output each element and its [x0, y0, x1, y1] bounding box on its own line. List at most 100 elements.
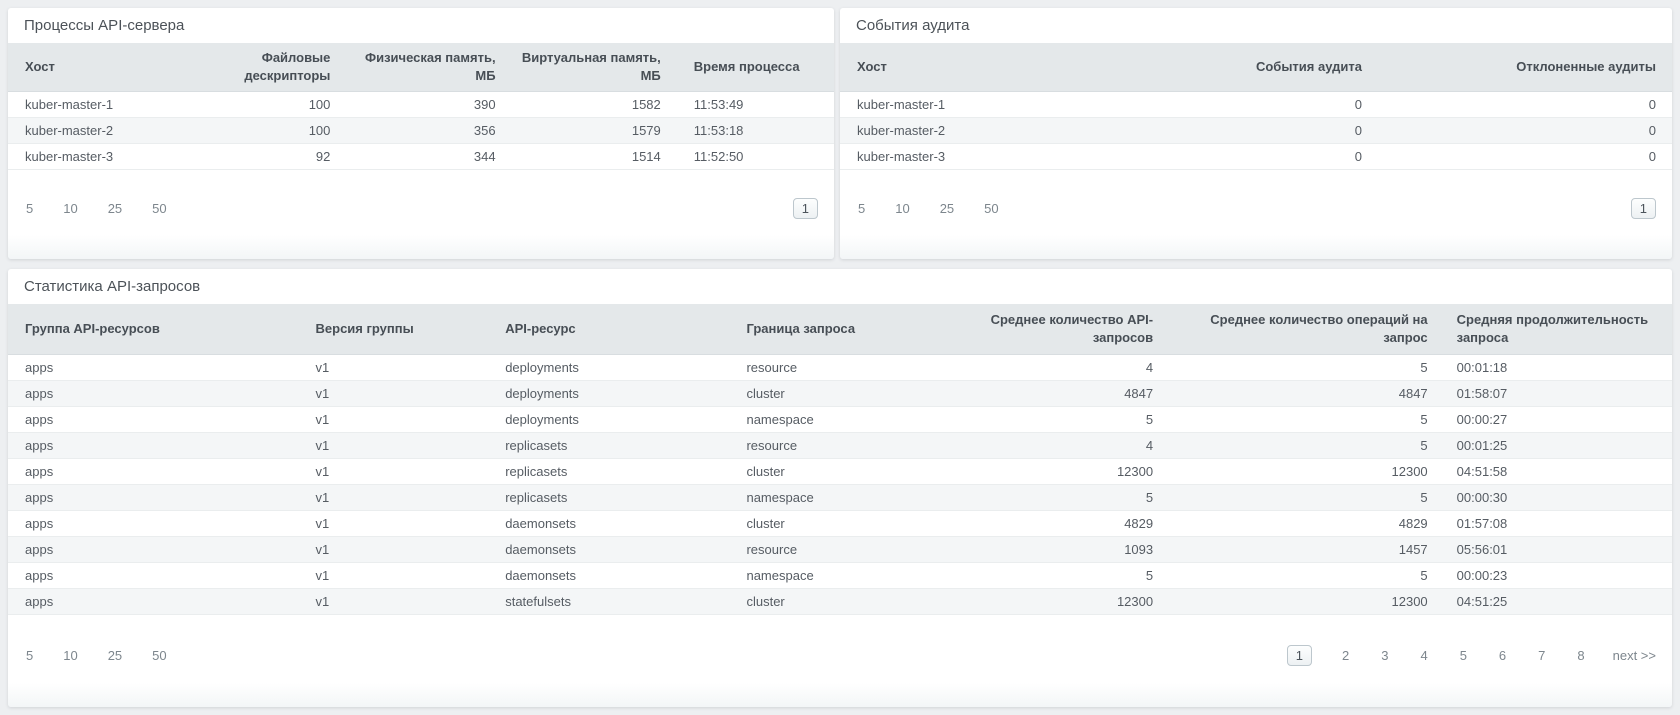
- column-header-process-time: Время процесса: [669, 43, 834, 91]
- table-cell: kuber-master-3: [840, 143, 1210, 169]
- panel-title: Процессы API-сервера: [8, 8, 834, 43]
- column-header-host: Хост: [840, 43, 1210, 91]
- table-cell: namespace: [738, 484, 939, 510]
- table-cell: cluster: [738, 458, 939, 484]
- table-row: appsv1deploymentsresource4500:01:18: [8, 354, 1672, 380]
- table-cell: 100: [190, 117, 339, 143]
- table-cell: v1: [308, 406, 498, 432]
- page-size-option[interactable]: 25: [106, 199, 124, 218]
- table-cell: cluster: [738, 380, 939, 406]
- table-cell: 11:53:49: [669, 91, 834, 117]
- column-header-audit-events: События аудита: [1210, 43, 1370, 91]
- table-cell: 5: [940, 406, 1161, 432]
- table-cell: deployments: [497, 406, 738, 432]
- current-page-button[interactable]: 1: [793, 198, 818, 219]
- page-size-option[interactable]: 5: [856, 199, 867, 218]
- table-cell: 92: [190, 143, 339, 169]
- table-header-row: Группа API-ресурсов Версия группы API-ре…: [8, 304, 1672, 354]
- page-size-option[interactable]: 10: [61, 646, 79, 665]
- table-row: kuber-master-2100356157911:53:18: [8, 117, 834, 143]
- table-cell: 00:00:27: [1436, 406, 1672, 432]
- table-cell: 5: [1161, 406, 1436, 432]
- table-cell: apps: [8, 432, 308, 458]
- api-stats-table: Группа API-ресурсов Версия группы API-ре…: [8, 304, 1672, 615]
- table-cell: resource: [738, 536, 939, 562]
- table-cell: namespace: [738, 406, 939, 432]
- page-number-button[interactable]: 4: [1418, 646, 1429, 665]
- page-number-button[interactable]: 5: [1458, 646, 1469, 665]
- table-cell: cluster: [738, 510, 939, 536]
- table-cell: 12300: [1161, 588, 1436, 614]
- table-cell: 344: [338, 143, 503, 169]
- table-row: kuber-master-392344151411:52:50: [8, 143, 834, 169]
- table-cell: 5: [1161, 562, 1436, 588]
- table-cell: 5: [1161, 354, 1436, 380]
- column-header-avg-operations: Среднее количество операций на запрос: [1161, 304, 1436, 354]
- table-cell: apps: [8, 510, 308, 536]
- table-cell: kuber-master-2: [840, 117, 1210, 143]
- current-page-button[interactable]: 1: [1631, 198, 1656, 219]
- table-cell: v1: [308, 484, 498, 510]
- table-row: kuber-master-300: [840, 143, 1672, 169]
- column-header-rejected-audits: Отклоненные аудиты: [1370, 43, 1672, 91]
- table-cell: 12300: [1161, 458, 1436, 484]
- table-row: kuber-master-200: [840, 117, 1672, 143]
- table-cell: daemonsets: [497, 536, 738, 562]
- page-size-options: 5 10 25 50: [24, 646, 195, 665]
- page-size-option[interactable]: 10: [893, 199, 911, 218]
- page-size-option[interactable]: 50: [150, 199, 168, 218]
- table-cell: 0: [1210, 143, 1370, 169]
- table-cell: deployments: [497, 380, 738, 406]
- panel-api-processes: Процессы API-сервера Хост Файловые дескр…: [8, 8, 834, 259]
- api-processes-table: Хост Файловые дескрипторы Физическая пам…: [8, 43, 834, 170]
- table-cell: apps: [8, 380, 308, 406]
- table-cell: kuber-master-1: [840, 91, 1210, 117]
- page-number-button[interactable]: 1: [1287, 645, 1312, 666]
- table-row: appsv1deploymentscluster4847484701:58:07: [8, 380, 1672, 406]
- table-cell: replicasets: [497, 484, 738, 510]
- page-size-option[interactable]: 25: [938, 199, 956, 218]
- table-header-row: Хост События аудита Отклоненные аудиты: [840, 43, 1672, 91]
- page-number-button[interactable]: 8: [1575, 646, 1586, 665]
- table-row: appsv1statefulsetscluster123001230004:51…: [8, 588, 1672, 614]
- table-cell: 356: [338, 117, 503, 143]
- table-cell: 05:56:01: [1436, 536, 1672, 562]
- table-cell: 00:01:25: [1436, 432, 1672, 458]
- table-cell: apps: [8, 562, 308, 588]
- table-row: appsv1replicasetsresource4500:01:25: [8, 432, 1672, 458]
- table-cell: replicasets: [497, 432, 738, 458]
- table-cell: 00:01:18: [1436, 354, 1672, 380]
- page-size-option[interactable]: 50: [150, 646, 168, 665]
- table-cell: 5: [1161, 484, 1436, 510]
- panel-title: События аудита: [840, 8, 1672, 43]
- table-cell: 5: [940, 484, 1161, 510]
- page-size-option[interactable]: 10: [61, 199, 79, 218]
- page-number-button[interactable]: 2: [1340, 646, 1351, 665]
- table-cell: daemonsets: [497, 562, 738, 588]
- page-size-option[interactable]: 5: [24, 199, 35, 218]
- table-cell: v1: [308, 536, 498, 562]
- table-header-row: Хост Файловые дескрипторы Физическая пам…: [8, 43, 834, 91]
- table-cell: 1582: [504, 91, 669, 117]
- column-header-avg-duration: Средняя продолжительность запроса: [1436, 304, 1672, 354]
- table-cell: apps: [8, 406, 308, 432]
- table-cell: 100: [190, 91, 339, 117]
- table-cell: 0: [1370, 117, 1672, 143]
- table-cell: 12300: [940, 458, 1161, 484]
- table-cell: deployments: [497, 354, 738, 380]
- table-cell: 4: [940, 354, 1161, 380]
- table-cell: 5: [940, 562, 1161, 588]
- table-row: appsv1deploymentsnamespace5500:00:27: [8, 406, 1672, 432]
- page-size-option[interactable]: 5: [24, 646, 35, 665]
- page-number-button[interactable]: 6: [1497, 646, 1508, 665]
- page-number-button[interactable]: 7: [1536, 646, 1547, 665]
- pagination: 5 10 25 50 1: [840, 198, 1672, 219]
- table-cell: 04:51:25: [1436, 588, 1672, 614]
- next-page-button[interactable]: next >>: [1613, 648, 1656, 663]
- page-size-option[interactable]: 50: [982, 199, 1000, 218]
- table-cell: apps: [8, 536, 308, 562]
- table-cell: 0: [1210, 91, 1370, 117]
- page-number-button[interactable]: 3: [1379, 646, 1390, 665]
- table-cell: 4847: [1161, 380, 1436, 406]
- page-size-option[interactable]: 25: [106, 646, 124, 665]
